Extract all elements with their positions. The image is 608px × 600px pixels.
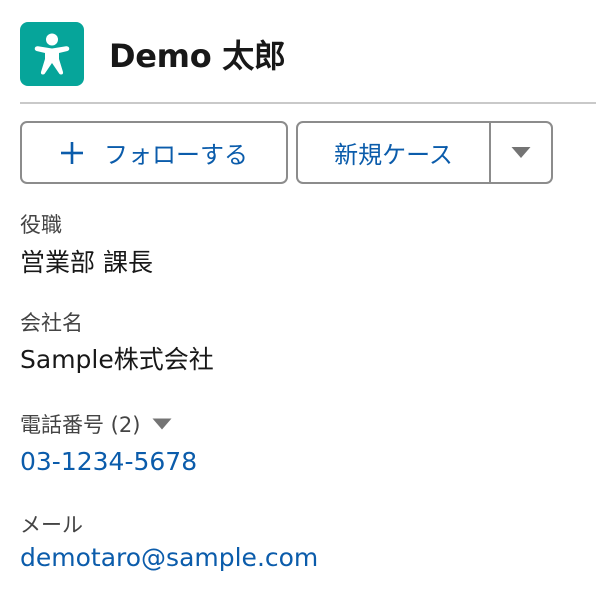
company-value: Sample株式会社 bbox=[20, 345, 214, 374]
phone-label: 電話番号 (2) bbox=[20, 413, 141, 437]
phone-value-row: 03-1234-5678 bbox=[20, 447, 197, 476]
company-label: 会社名 bbox=[20, 311, 83, 335]
email-link[interactable]: demotaro@sample.com bbox=[20, 543, 318, 572]
person-standing-icon bbox=[34, 33, 70, 75]
new-case-button-group: 新規ケース bbox=[296, 121, 553, 184]
contact-name: Demo 太郎 bbox=[109, 37, 286, 75]
email-label: メール bbox=[20, 513, 83, 537]
new-case-button[interactable]: 新規ケース bbox=[298, 123, 491, 182]
chevron-down-icon bbox=[511, 147, 531, 158]
plus-icon bbox=[61, 141, 83, 164]
header-divider bbox=[20, 102, 596, 104]
title-value: 営業部 課長 bbox=[20, 248, 153, 277]
email-value-row: demotaro@sample.com bbox=[20, 543, 318, 572]
follow-button[interactable]: フォローする bbox=[20, 121, 288, 184]
phone-label-row: 電話番号 (2) bbox=[20, 409, 172, 439]
title-label: 役職 bbox=[20, 213, 62, 237]
follow-button-label: フォローする bbox=[104, 141, 248, 169]
phone-dropdown-icon[interactable] bbox=[152, 417, 172, 431]
phone-link[interactable]: 03-1234-5678 bbox=[20, 447, 197, 476]
record-header: Demo 太郎 bbox=[20, 22, 286, 86]
more-actions-button[interactable] bbox=[491, 123, 551, 182]
contact-avatar bbox=[20, 22, 84, 86]
contact-highlights-panel: Demo 太郎 フォローする 新規ケース 役職 営業部 課長 会社名 Sampl… bbox=[0, 0, 608, 600]
